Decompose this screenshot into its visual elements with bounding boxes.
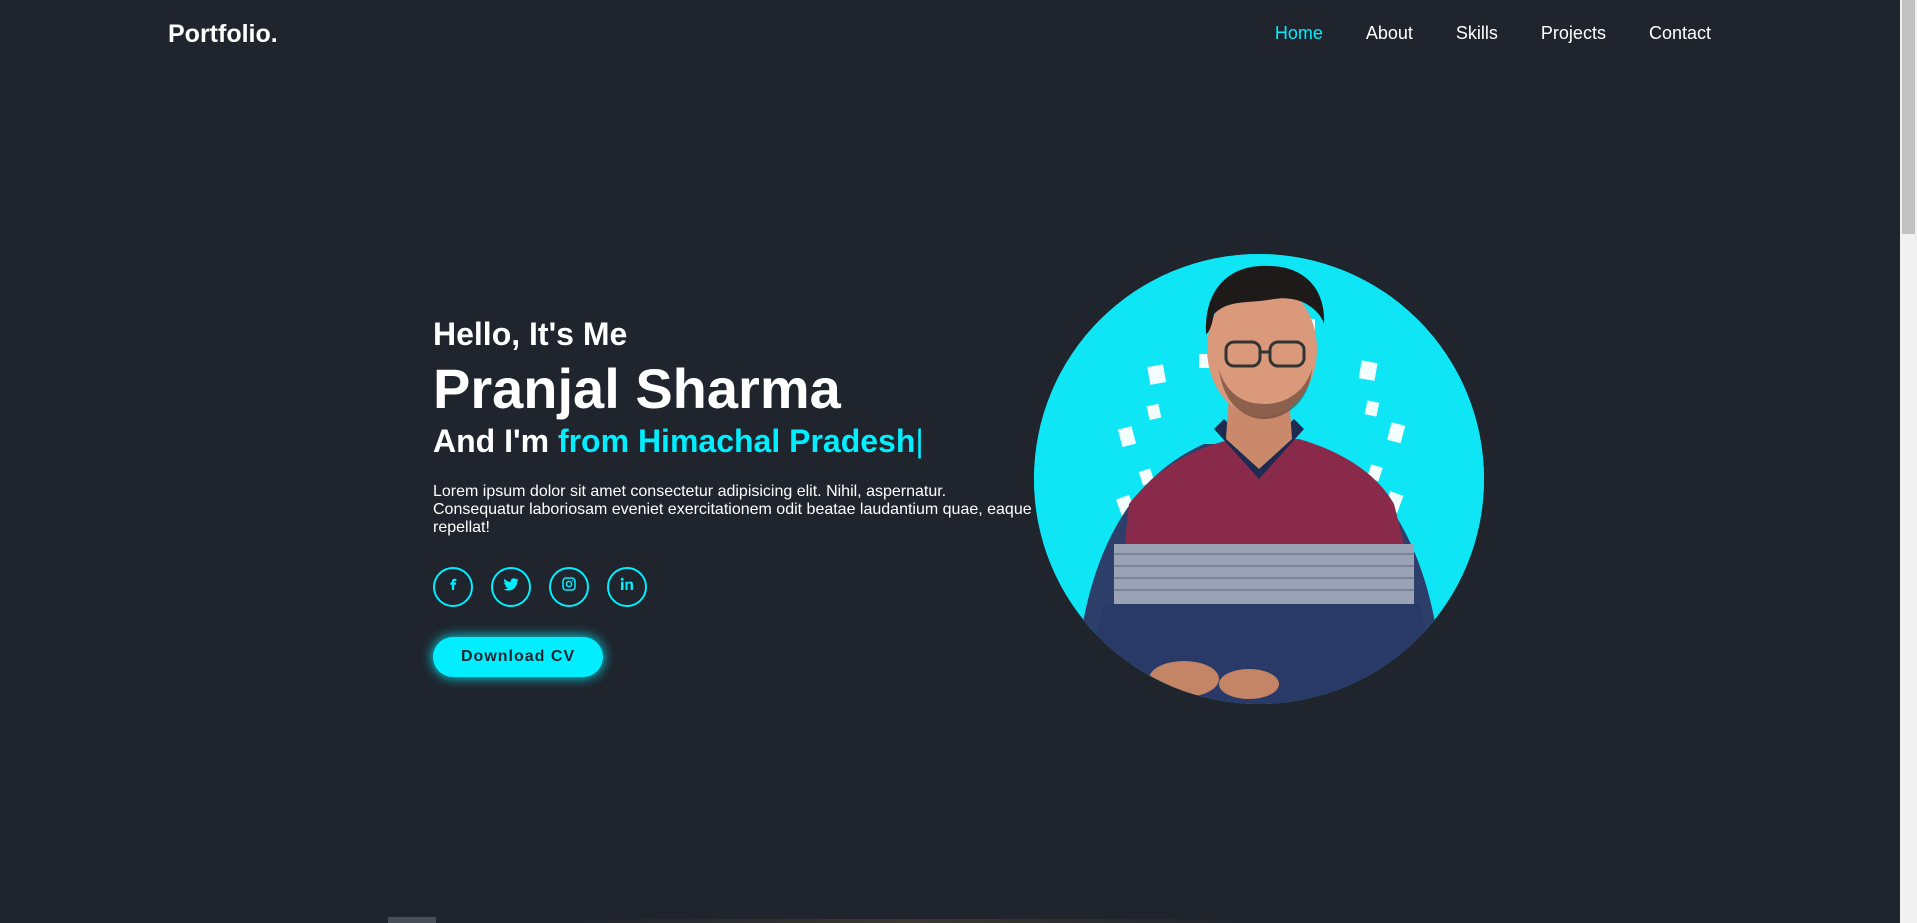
nav-skills[interactable]: Skills <box>1456 23 1498 44</box>
vertical-scrollbar[interactable] <box>1900 0 1917 923</box>
hero-name: Pranjal Sharma <box>433 356 841 420</box>
download-cv-button[interactable]: Download CV <box>433 636 604 677</box>
profile-photo-illustration <box>1034 254 1484 704</box>
page: Portfolio. Home About Skills Projects Co… <box>0 0 1917 923</box>
nav-about[interactable]: About <box>1366 23 1413 44</box>
logo[interactable]: Portfolio. <box>168 20 278 49</box>
facebook-icon <box>444 575 462 598</box>
scrollbar-thumb[interactable] <box>1902 0 1915 234</box>
intro-line: And I'm from Himachal Pradesh| <box>433 422 1033 459</box>
home-content: Hello, It's Me Pranjal Sharma And I'm fr… <box>433 316 1033 677</box>
instagram-link[interactable] <box>549 566 589 607</box>
twitter-link[interactable] <box>491 566 531 607</box>
linkedin-icon <box>618 575 636 598</box>
horizontal-scroll-indicator <box>388 917 436 923</box>
nav-contact[interactable]: Contact <box>1649 23 1711 44</box>
typed-text: from Himachal Pradesh <box>557 422 916 459</box>
twitter-icon <box>502 575 520 598</box>
main-nav: Home About Skills Projects Contact <box>1232 23 1711 44</box>
nav-projects[interactable]: Projects <box>1541 23 1606 44</box>
greeting: Hello, It's Me <box>433 316 628 352</box>
typing-caret: | <box>915 422 924 459</box>
header: Portfolio. Home About Skills Projects Co… <box>0 0 1900 70</box>
linkedin-link[interactable] <box>607 566 647 607</box>
facebook-link[interactable] <box>433 566 473 607</box>
profile-image <box>1034 254 1484 704</box>
intro-prefix: And I'm <box>433 422 558 459</box>
next-section-edge <box>560 919 1260 923</box>
description: Lorem ipsum dolor sit amet consectetur a… <box>433 482 1032 536</box>
nav-home[interactable]: Home <box>1275 23 1323 44</box>
social-links <box>433 566 1033 607</box>
instagram-icon <box>560 575 578 598</box>
